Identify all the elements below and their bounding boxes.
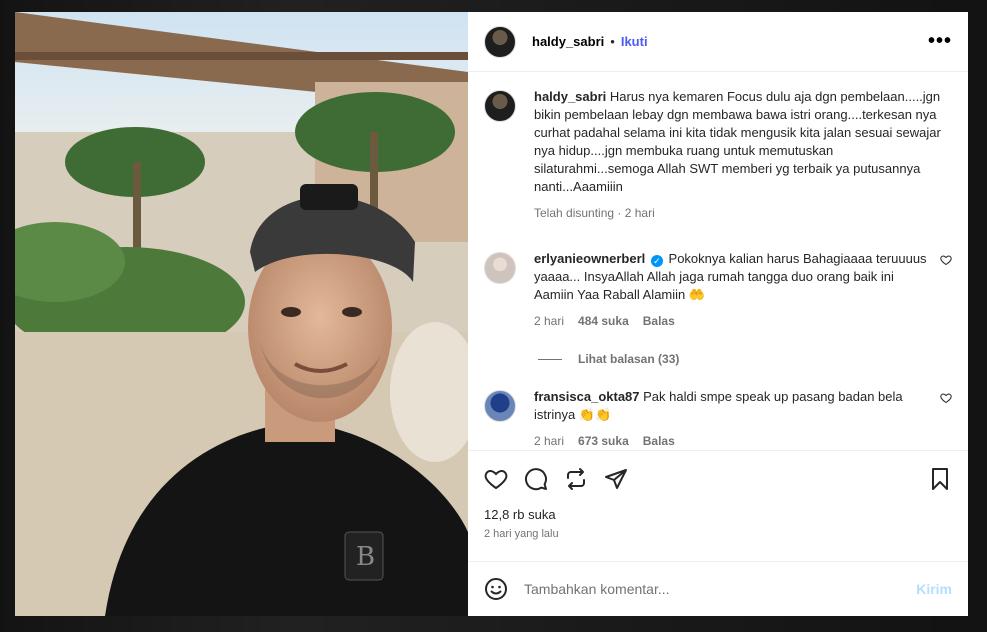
commenter-avatar[interactable] bbox=[484, 390, 516, 422]
commenter-username[interactable]: fransisca_okta87 bbox=[534, 389, 640, 404]
comment-time: 2 hari bbox=[534, 434, 565, 448]
caption-meta: Telah disunting · 2 hari bbox=[534, 206, 655, 220]
view-replies-label: Lihat balasan (33) bbox=[578, 352, 680, 366]
view-replies-button[interactable]: Lihat balasan (33) bbox=[538, 352, 952, 366]
emoji-icon[interactable] bbox=[484, 577, 508, 601]
author-username[interactable]: haldy_sabri bbox=[532, 34, 604, 49]
post-panel: haldy_sabri • Ikuti ••• haldy_sabri Haru… bbox=[468, 12, 968, 616]
author-avatar[interactable] bbox=[484, 25, 516, 58]
reply-button[interactable]: Balas bbox=[643, 312, 675, 330]
follow-button[interactable]: Ikuti bbox=[621, 34, 648, 49]
comment-time: 2 hari bbox=[534, 314, 565, 328]
heart-icon[interactable] bbox=[484, 467, 508, 491]
post-header: haldy_sabri • Ikuti ••• bbox=[468, 12, 968, 72]
separator-dot: • bbox=[610, 34, 615, 49]
comment-like-heart-icon[interactable] bbox=[940, 254, 952, 266]
comment-likes[interactable]: 484 suka bbox=[578, 312, 629, 330]
comment-composer: Kirim bbox=[468, 562, 968, 616]
reply-button[interactable]: Balas bbox=[643, 432, 675, 450]
repost-icon[interactable] bbox=[564, 467, 588, 491]
svg-text:B: B bbox=[356, 542, 375, 572]
commenter-avatar[interactable] bbox=[484, 252, 516, 284]
post-timestamp: 2 hari yang lalu bbox=[468, 522, 968, 562]
likes-count[interactable]: 12,8 rb suka bbox=[468, 507, 968, 522]
more-icon[interactable]: ••• bbox=[928, 30, 952, 53]
action-bar bbox=[468, 451, 968, 507]
comment-input[interactable] bbox=[524, 581, 917, 597]
verified-badge-icon: ✓ bbox=[650, 255, 663, 267]
post-comment-button[interactable]: Kirim bbox=[916, 581, 952, 597]
bookmark-icon[interactable] bbox=[928, 467, 952, 491]
post-photo: B bbox=[15, 12, 468, 616]
comment-likes[interactable]: 673 suka bbox=[578, 432, 629, 450]
replies-divider bbox=[538, 358, 562, 360]
comment-icon[interactable] bbox=[524, 467, 548, 491]
comments-section: haldy_sabri Harus nya kemaren Focus dulu… bbox=[468, 72, 968, 451]
comment-item: erlyanieownerberl ✓ Pokoknya kalian haru… bbox=[484, 250, 952, 330]
comment-item: fransisca_okta87 Pak haldi smpe speak up… bbox=[484, 388, 952, 450]
commenter-username[interactable]: erlyanieownerberl bbox=[534, 251, 645, 266]
caption: haldy_sabri Harus nya kemaren Focus dulu… bbox=[484, 88, 952, 222]
comment-like-heart-icon[interactable] bbox=[940, 392, 952, 404]
caption-avatar[interactable] bbox=[484, 90, 516, 122]
caption-text: Harus nya kemaren Focus dulu aja dgn pem… bbox=[534, 89, 941, 194]
caption-username[interactable]: haldy_sabri bbox=[534, 89, 606, 104]
post-modal: B haldy_sabri • Ikuti ••• haldy_sabri Ha… bbox=[15, 12, 968, 616]
share-icon[interactable] bbox=[604, 467, 628, 491]
